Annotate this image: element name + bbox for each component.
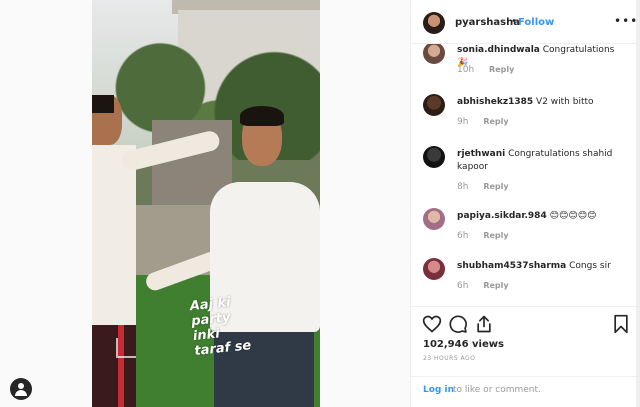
comment-text: shubham4537sharma Congs sir — [457, 260, 627, 273]
comment-avatar[interactable] — [423, 94, 445, 116]
comment-time: 6h — [457, 281, 469, 291]
comment-username[interactable]: papiya.sikdar.984 — [457, 211, 547, 221]
reply-button[interactable]: Reply — [483, 281, 508, 290]
comment-time: 10h — [457, 65, 475, 75]
comment-meta: 10h Reply — [457, 65, 514, 75]
comment-avatar[interactable] — [423, 44, 445, 64]
view-count[interactable]: 102,946 views — [423, 339, 504, 350]
frame-corner-icon — [116, 338, 136, 358]
comment-body: Congs sir — [569, 261, 611, 271]
comment-text: papiya.sikdar.984 😊😊😊😊😊 — [457, 210, 627, 223]
login-prompt-text: to like or comment. — [453, 385, 541, 395]
comment-username[interactable]: shubham4537sharma — [457, 261, 566, 271]
video-player[interactable]: Aaj ki party inki taraf se — [92, 0, 320, 407]
header-separator: • — [511, 16, 517, 27]
comment-avatar[interactable] — [423, 146, 445, 168]
reply-button[interactable]: Reply — [483, 117, 508, 126]
comment-meta: 6h Reply — [457, 231, 509, 241]
comment-text: rjethwani Congratulations shahid kapoor — [457, 148, 627, 174]
reply-button[interactable]: Reply — [483, 231, 508, 240]
author-avatar[interactable] — [423, 12, 445, 34]
comment-meta: 9h Reply — [457, 117, 509, 127]
reply-button[interactable]: Reply — [483, 182, 508, 191]
comment-avatar[interactable] — [423, 208, 445, 230]
bookmark-icon[interactable] — [611, 314, 631, 334]
comments-list[interactable]: sonia.dhindwala Congratulations 🎉 10h Re… — [411, 44, 640, 306]
comment-time: 9h — [457, 117, 469, 127]
login-link[interactable]: Log in — [423, 385, 454, 395]
post-side-panel: pyarshasha • Follow ••• sonia.dhindwala … — [410, 0, 640, 407]
post-actions: 102,946 views 23 HOURS AGO — [411, 306, 640, 376]
comment-body: 😊😊😊😊😊 — [549, 211, 597, 221]
comment-username[interactable]: abhishekz1385 — [457, 97, 533, 107]
comment-avatar[interactable] — [423, 258, 445, 280]
login-prompt: Log in to like or comment. — [411, 376, 640, 407]
comment-meta: 8h Reply — [457, 182, 509, 192]
comment-time: 8h — [457, 182, 469, 192]
reply-button[interactable]: Reply — [489, 65, 514, 74]
comment-username[interactable]: rjethwani — [457, 149, 505, 159]
comment-icon[interactable] — [448, 314, 468, 334]
video-caption: Aaj ki party inki taraf se — [189, 291, 275, 359]
scrollbar[interactable] — [636, 0, 640, 407]
comment-username[interactable]: sonia.dhindwala — [457, 45, 540, 55]
comment-body: V2 with bitto — [536, 97, 594, 107]
page: Aaj ki party inki taraf se pyarshasha • … — [0, 0, 640, 407]
profile-icon[interactable] — [10, 378, 32, 400]
video-person-right — [143, 106, 320, 407]
comment-meta: 6h Reply — [457, 281, 509, 291]
share-icon[interactable] — [474, 314, 494, 334]
follow-button[interactable]: Follow — [518, 17, 554, 28]
video-person-left — [92, 95, 222, 407]
post-header: pyarshasha • Follow ••• — [411, 0, 640, 44]
post-timestamp[interactable]: 23 HOURS AGO — [423, 355, 475, 362]
more-options-icon[interactable]: ••• — [614, 14, 638, 28]
comment-time: 6h — [457, 231, 469, 241]
comment-text: abhishekz1385 V2 with bitto — [457, 96, 627, 109]
heart-icon[interactable] — [422, 314, 442, 334]
